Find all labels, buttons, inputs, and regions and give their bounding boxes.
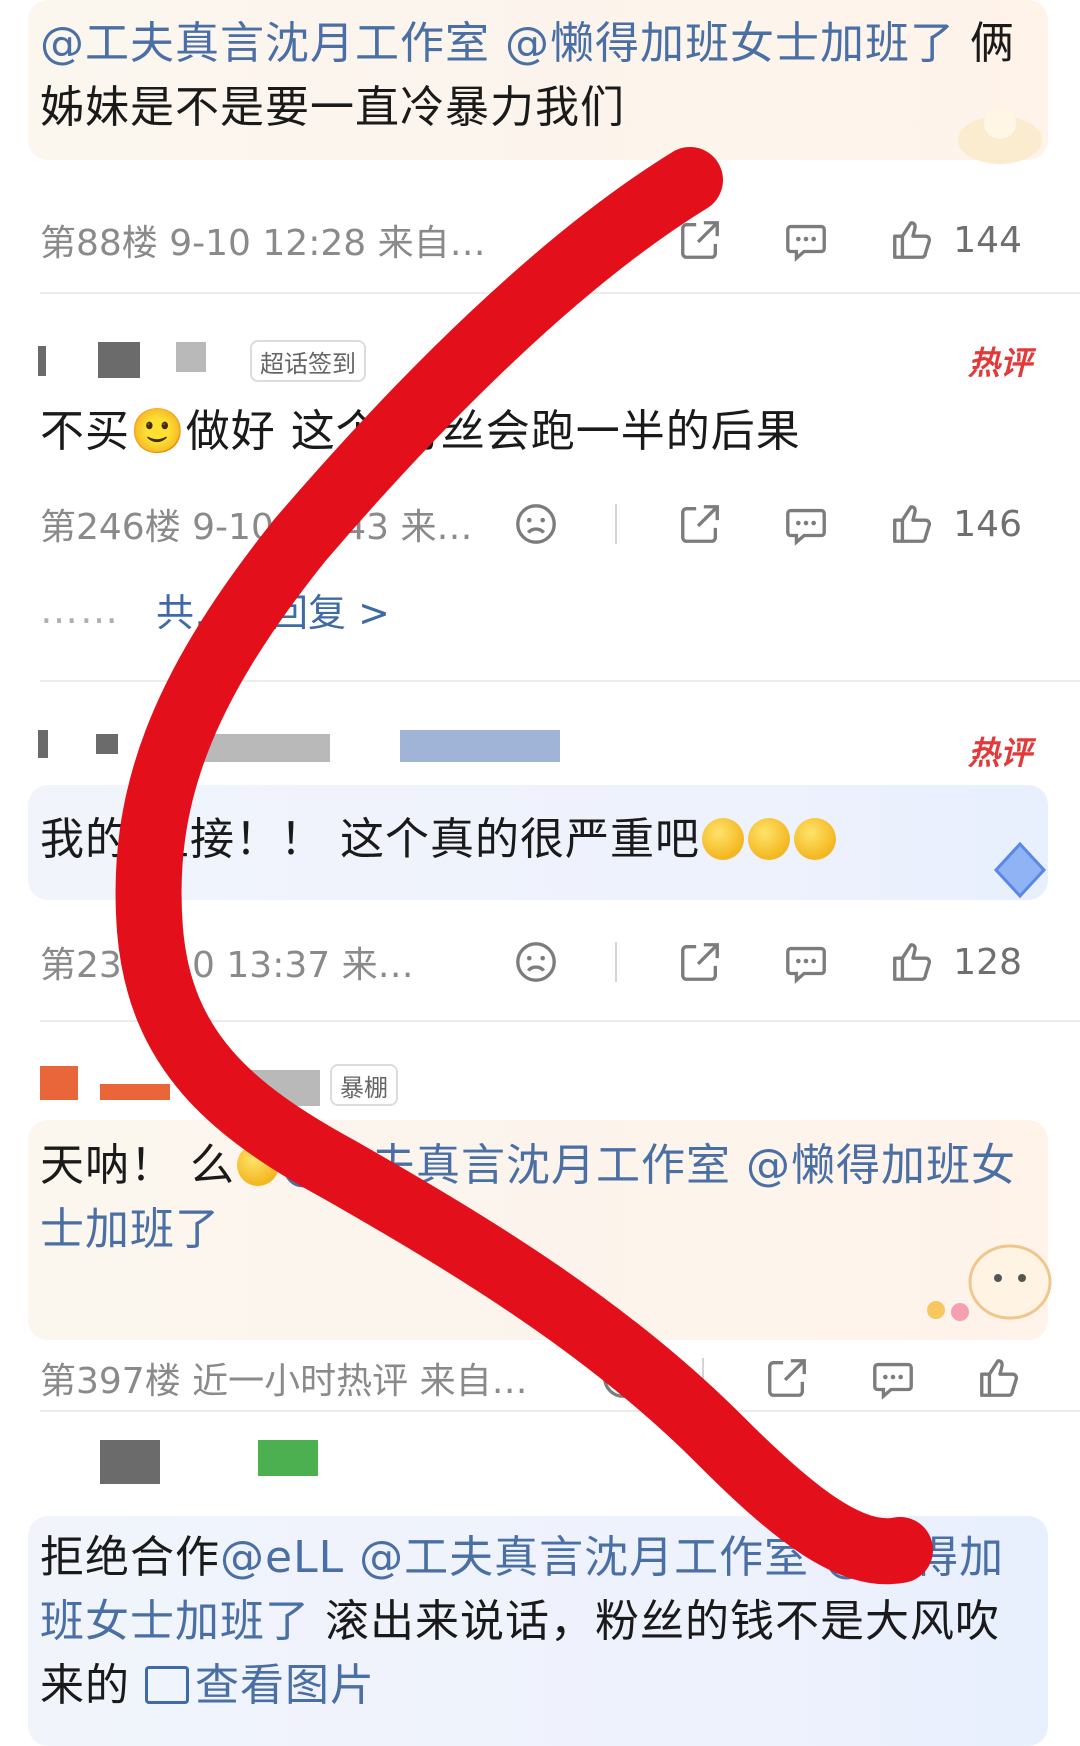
share-button[interactable] — [764, 1355, 810, 1401]
comment-item[interactable]: 超话签到 热评 不买🙂做好 这个 粉丝会跑一半的后果 第246楼 9-10 13… — [0, 300, 1080, 682]
comment-text: 拒绝合作@eLL @工夫真言沈月工作室 @懒得加班女士加班了 滚出来说话，粉丝的… — [40, 1532, 1005, 1711]
emoji-icon — [747, 818, 790, 860]
comment-button[interactable] — [783, 217, 829, 263]
comment-item[interactable]: 热评 我的 拒接！！ 这个真的很严重吧 第23 9-10 13:37 来… 12… — [0, 690, 1080, 1022]
divider — [40, 1020, 1080, 1022]
comment-button[interactable] — [783, 939, 829, 985]
hot-comment-badge: 热评 — [967, 734, 1032, 772]
sad-face-icon — [516, 504, 557, 544]
like-count: 144 — [953, 219, 1022, 261]
fan-tag: 超话签到 — [250, 340, 366, 382]
divider — [40, 1410, 1080, 1412]
floor-time: 第246楼 9-10 13:43 来… — [40, 507, 473, 548]
comment-button[interactable] — [783, 501, 829, 547]
comment-text: @工夫真言沈月工作室 @懒得加班女士加班了 俩姊妹是不是要一直冷暴力我们 — [40, 18, 1015, 133]
dislike-button[interactable] — [513, 501, 559, 547]
thumbs-up-icon — [893, 943, 932, 981]
like-count: 128 — [953, 941, 1022, 983]
share-icon — [681, 221, 720, 259]
floor-time: 第397楼 近一小时热评 来自… — [40, 1361, 528, 1402]
fan-tag — [258, 1440, 318, 1476]
divider — [40, 680, 1080, 682]
diamond-icon — [993, 841, 1047, 899]
share-button[interactable] — [677, 217, 723, 263]
divider — [615, 504, 618, 544]
comment-icon — [786, 508, 827, 546]
sticker-icon — [958, 107, 1042, 164]
comment-meta: 第88楼 9-10 12:28 来自… 144 — [40, 212, 1050, 268]
dislike-button[interactable] — [600, 1355, 646, 1401]
like-count: 146 — [953, 503, 1022, 545]
share-icon — [768, 1359, 806, 1397]
comment-feed: @工夫真言沈月工作室 @懒得加班女士加班了 俩姊妹是不是要一直冷暴力我们 第88… — [0, 0, 1080, 1746]
divider — [40, 292, 1080, 294]
thumbs-up-icon — [893, 505, 932, 543]
comment-icon — [786, 946, 827, 984]
thumbs-up-icon — [980, 1359, 1019, 1397]
thumbs-up-icon — [893, 221, 932, 259]
comment-button[interactable] — [870, 1355, 916, 1401]
share-button[interactable] — [677, 939, 723, 985]
floor-time: 第23 9-10 13:37 来… — [40, 945, 414, 986]
comment-text: 不买🙂做好 这个 粉丝会跑一半的后果 — [40, 406, 801, 457]
dislike-button[interactable] — [513, 939, 559, 985]
comment-item[interactable]: @工夫真言沈月工作室 @懒得加班女士加班了 俩姊妹是不是要一直冷暴力我们 第88… — [0, 0, 1080, 294]
comment-text: 天呐！ 么 @工夫真言沈月工作室 @懒得加班女士加班了 — [40, 1140, 1016, 1255]
username — [98, 342, 140, 378]
comment-meta: 第23 9-10 13:37 来… 128 — [40, 934, 1050, 990]
avatar — [38, 730, 48, 758]
emoji-icon — [701, 818, 744, 860]
view-image-link[interactable]: 查看图片 — [145, 1660, 375, 1711]
comment-icon — [873, 1362, 913, 1400]
dots-icon: …… — [40, 587, 120, 632]
avatar — [100, 1440, 160, 1484]
like-button[interactable]: 146 — [889, 501, 1022, 547]
image-icon — [145, 1666, 189, 1704]
like-button[interactable]: 128 — [889, 939, 1022, 985]
view-replies-link[interactable]: …… 共…条回复 > — [40, 582, 390, 637]
like-button[interactable] — [976, 1355, 1022, 1401]
emoji-icon — [793, 818, 836, 860]
comment-item[interactable]: 拒绝合作@eLL @工夫真言沈月工作室 @懒得加班女士加班了 滚出来说话，粉丝的… — [0, 1420, 1080, 1746]
divider — [702, 1358, 704, 1398]
username — [96, 734, 118, 754]
share-icon — [681, 505, 720, 543]
comment-item[interactable]: 暴棚 天呐！ 么 @工夫真言沈月工作室 @懒得加班女士加班了 第397楼 近一小时… — [0, 1030, 1080, 1412]
avatar — [40, 1066, 78, 1100]
emoji-icon — [237, 1144, 279, 1186]
fan-tag — [400, 730, 560, 762]
like-button[interactable]: 144 — [889, 217, 1022, 263]
hot-comment-badge: 热评 — [967, 344, 1032, 382]
sad-face-icon — [516, 942, 557, 982]
cat-sticker-icon — [927, 1244, 1052, 1321]
username — [180, 734, 330, 762]
username — [176, 342, 206, 372]
share-button[interactable] — [677, 501, 723, 547]
comment-meta: 第397楼 近一小时热评 来自… — [40, 1350, 1050, 1406]
comment-icon — [786, 224, 827, 262]
username — [240, 1070, 320, 1106]
divider — [615, 942, 618, 982]
share-icon — [681, 943, 720, 981]
sad-face-icon — [603, 1358, 643, 1398]
mention-link[interactable]: @工夫真言沈月工作室 @懒得加班女士加班了 — [40, 18, 955, 69]
fan-tag: 暴棚 — [330, 1064, 398, 1106]
comment-text: 我的 拒接！！ 这个真的很严重吧 — [40, 808, 1025, 872]
floor-time: 第88楼 9-10 12:28 来自… — [40, 223, 486, 264]
comment-meta: 第246楼 9-10 13:43 来… 146 — [40, 496, 1050, 552]
avatar — [38, 346, 46, 376]
username — [100, 1084, 170, 1100]
